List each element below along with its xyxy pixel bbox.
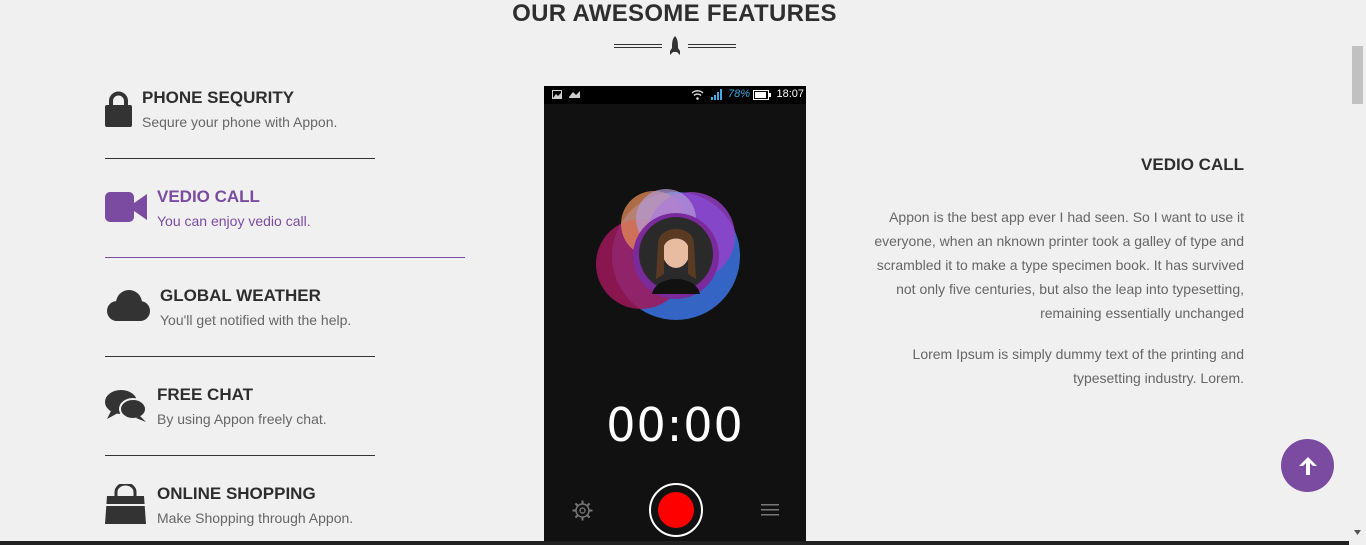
menu-icon[interactable] bbox=[761, 504, 779, 516]
caller-avatar bbox=[596, 189, 740, 320]
feature-title: PHONE SEQURITY bbox=[142, 88, 295, 107]
chat-bubbles-icon bbox=[105, 390, 147, 422]
feature-title: VEDIO CALL bbox=[157, 187, 260, 206]
feature-separator bbox=[105, 158, 375, 159]
feature-title: GLOBAL WEATHER bbox=[160, 286, 321, 305]
feature-free-chat[interactable]: FREE CHAT By using Appon freely chat. bbox=[105, 385, 375, 430]
phone-mockup: 78% 18:07 00:00 bbox=[544, 86, 806, 545]
status-clock: 18:07 bbox=[776, 88, 804, 100]
feature-description: Sequre your phone with Appon. bbox=[142, 114, 338, 130]
record-button[interactable] bbox=[649, 483, 703, 537]
feature-separator bbox=[105, 356, 375, 357]
detail-paragraph-1: Appon is the best app ever I had seen. S… bbox=[874, 209, 1244, 321]
feature-title: FREE CHAT bbox=[157, 385, 254, 404]
image-icon bbox=[552, 90, 562, 99]
title-divider bbox=[614, 36, 736, 56]
settings-gear-icon[interactable] bbox=[572, 500, 593, 521]
page-scrollbar[interactable] bbox=[1349, 0, 1366, 545]
feature-video-call[interactable]: VEDIO CALL You can enjoy vedio call. bbox=[105, 187, 465, 232]
notification-icon bbox=[569, 91, 580, 98]
call-timer: 00:00 bbox=[606, 398, 744, 452]
scroll-to-top-button[interactable] bbox=[1281, 439, 1334, 492]
arrow-up-icon bbox=[1298, 456, 1317, 475]
cloud-icon bbox=[107, 290, 150, 321]
feature-description: Make Shopping through Appon. bbox=[157, 510, 354, 526]
shopping-bag-icon bbox=[105, 484, 146, 524]
detail-paragraph-2: Lorem Ipsum is simply dummy text of the … bbox=[912, 346, 1244, 386]
feature-global-weather[interactable]: GLOBAL WEATHER You'll get notified with … bbox=[105, 286, 375, 331]
bottom-strip bbox=[0, 541, 1349, 545]
video-camera-icon bbox=[105, 192, 147, 222]
record-dot bbox=[658, 492, 694, 528]
battery-icon bbox=[753, 90, 771, 100]
feature-separator-active bbox=[105, 257, 465, 258]
battery-percent: 78% bbox=[727, 88, 750, 100]
scroll-down-arrow-icon[interactable] bbox=[1354, 530, 1361, 535]
feature-description: By using Appon freely chat. bbox=[157, 411, 327, 427]
wifi-icon bbox=[691, 90, 704, 100]
feature-description: You can enjoy vedio call. bbox=[157, 213, 311, 229]
feature-title: ONLINE SHOPPING bbox=[157, 484, 316, 503]
feature-phone-security[interactable]: PHONE SEQURITY Sequre your phone with Ap… bbox=[105, 88, 375, 133]
section-title: OUR AWESOME FEATURES bbox=[512, 0, 837, 27]
detail-title: VEDIO CALL bbox=[1141, 155, 1244, 174]
lock-icon bbox=[105, 91, 132, 127]
signal-icon bbox=[711, 89, 722, 100]
feature-description: You'll get notified with the help. bbox=[160, 312, 352, 328]
feature-separator bbox=[105, 455, 375, 456]
rocket-icon bbox=[670, 36, 680, 55]
scrollbar-thumb[interactable] bbox=[1352, 46, 1363, 104]
phone-status-bar: 78% 18:07 bbox=[544, 86, 806, 104]
feature-online-shopping[interactable]: ONLINE SHOPPING Make Shopping through Ap… bbox=[105, 484, 375, 529]
